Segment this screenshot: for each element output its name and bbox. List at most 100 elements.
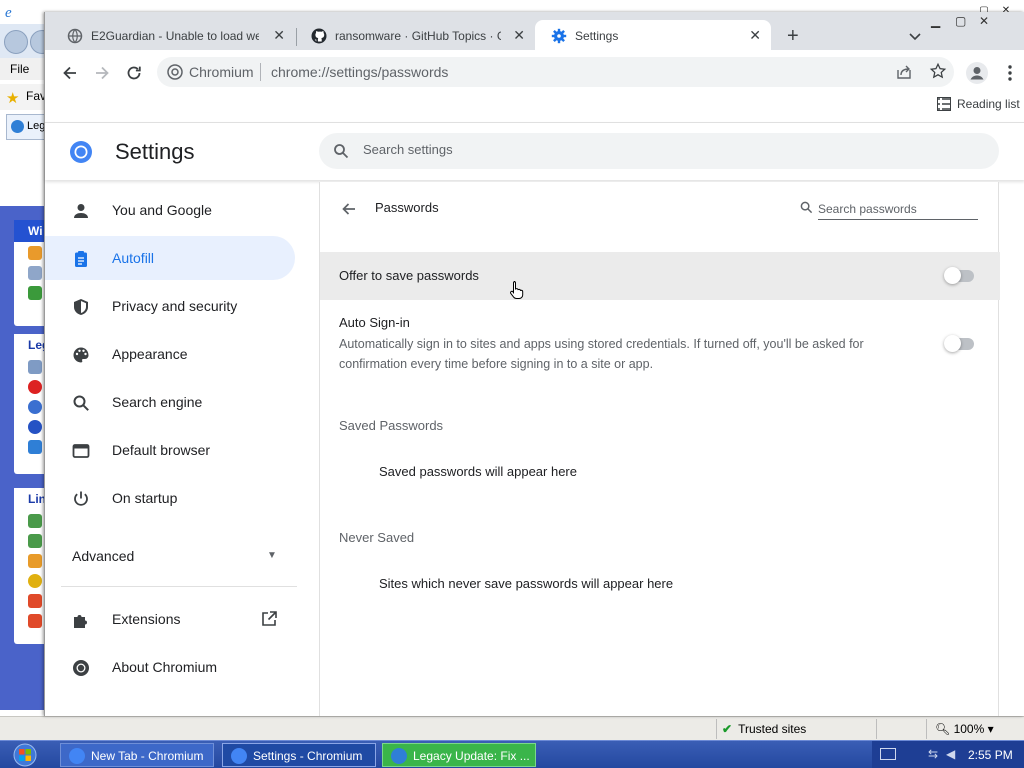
home-icon[interactable] [28,246,42,260]
sidebar-item-autofill[interactable]: Autofill [45,236,295,280]
caret-down-icon[interactable]: ▼ [267,550,277,561]
keyboard-icon[interactable] [880,748,896,760]
maximize-button[interactable]: ▢ [955,14,966,28]
settings-sidebar: You and Google Autofill Privacy and secu… [45,182,313,716]
ie-back-button[interactable] [4,30,28,54]
network-icon[interactable]: ⇆ [928,747,938,761]
new-tab-button[interactable]: + [787,26,799,46]
chromium-window: E2Guardian - Unable to load website ✕ ra… [44,12,1024,716]
sidebar-item-label: On startup [112,490,178,506]
share-icon[interactable] [895,63,913,81]
favorites-star-icon: ★ [6,90,20,107]
sidebar-advanced[interactable]: Advanced [72,548,134,564]
settings-search-input[interactable] [363,142,963,157]
document-icon[interactable] [28,266,42,280]
settings-search[interactable] [319,133,999,169]
globe-icon [67,28,83,44]
tab-strip: E2Guardian - Unable to load website ✕ ra… [45,12,1024,50]
sidebar-item-on-startup[interactable]: On startup [45,476,295,520]
system-tray: ⇆ ◀ 2:55 PM [872,741,1024,768]
password-search[interactable] [800,198,980,220]
palette-icon [73,347,89,363]
ie-panel-heading: Leg [14,334,49,356]
tab-settings[interactable]: Settings ✕ [535,20,771,50]
info-icon[interactable] [28,440,42,454]
sidebar-item-extensions[interactable]: Extensions [45,597,295,641]
close-icon[interactable]: ✕ [749,27,761,44]
sidebar-item-appearance[interactable]: Appearance [45,332,295,376]
ie-menu-file[interactable]: File [0,58,46,80]
tab-github[interactable]: ransomware · GitHub Topics · GitHub ✕ [295,20,535,50]
browser-window-icon [72,444,90,458]
sidebar-item-about[interactable]: About Chromium [45,645,295,689]
close-icon[interactable]: ✕ [273,27,285,44]
globe-icon[interactable] [28,400,42,414]
reading-list-button[interactable]: Reading list [937,97,1020,111]
sidebar-item-you-and-google[interactable]: You and Google [45,188,295,232]
saved-passwords-empty: Saved passwords will appear here [379,464,577,479]
url-text[interactable]: chrome://settings/passwords [271,64,448,80]
ie-favorites-button[interactable]: ★ Fav [0,84,46,110]
back-arrow-icon[interactable] [59,62,81,84]
clock[interactable]: 2:55 PM [968,748,1013,762]
close-icon[interactable]: ✕ [513,27,525,44]
computer-icon[interactable] [28,360,42,374]
users-icon[interactable] [28,534,42,548]
bookmarks-bar: Reading list [45,94,1024,122]
sidebar-item-label: Default browser [112,442,211,458]
offer-to-save-row[interactable]: Offer to save passwords [320,252,1000,300]
offer-to-save-label: Offer to save passwords [339,268,479,283]
svg-text:e: e [5,5,12,19]
task-legacy-update[interactable]: Legacy Update: Fix ... [382,743,536,767]
minimize-button[interactable]: ▁ [931,14,940,28]
auto-signin-description: Automatically sign in to sites and apps … [339,337,864,371]
settings-header: Settings [45,122,1024,180]
task-new-tab-chromium[interactable]: New Tab - Chromium [60,743,214,767]
security-zone-label: Trusted sites [738,722,807,736]
page-title: Settings [115,139,195,164]
windows-start-icon[interactable] [8,743,42,767]
clipboard-icon [75,251,87,267]
shield-icon [74,299,88,315]
tab-e2guardian[interactable]: E2Guardian - Unable to load website ✕ [51,20,295,50]
address-bar[interactable]: Chromium chrome://settings/passwords [157,57,954,87]
sidebar-item-search-engine[interactable]: Search engine [45,380,295,424]
bookmark-star-icon[interactable] [929,62,947,80]
offer-to-save-toggle[interactable] [944,267,978,284]
shield-check-icon[interactable] [28,286,42,300]
auto-signin-toggle[interactable] [944,335,978,352]
forward-arrow-icon[interactable] [91,62,113,84]
chromium-logo-icon [70,141,92,163]
media-icon[interactable] [28,574,42,588]
search-icon [800,201,813,214]
search-icon [73,395,89,411]
help-icon[interactable] [28,420,42,434]
security-zone[interactable]: ✔ Trusted sites [722,722,806,736]
volume-icon[interactable]: ◀ [946,747,955,761]
error-icon[interactable] [28,380,42,394]
kebab-menu-icon[interactable] [1002,62,1018,84]
heart-icon[interactable] [28,614,42,628]
tab-search-chevron-icon[interactable] [907,28,923,44]
reload-icon[interactable] [123,62,145,84]
zoom-control[interactable]: 🔍︎ 100% ▾ [935,722,994,736]
sidebar-item-privacy[interactable]: Privacy and security [45,284,295,328]
users-icon[interactable] [28,514,42,528]
task-settings-chromium[interactable]: Settings - Chromium [222,743,376,767]
close-window-button[interactable]: ✕ [979,14,989,28]
sidebar-item-default-browser[interactable]: Default browser [45,428,295,472]
heart-icon[interactable] [28,594,42,608]
ie-tab[interactable]: Leg [6,114,46,140]
ie-icon [391,748,407,764]
sidebar-item-label: Search engine [112,394,203,410]
password-search-input[interactable] [818,198,978,220]
saved-passwords-heading: Saved Passwords [339,418,444,433]
reading-list-icon [937,97,951,111]
zoom-icon: 🔍︎ [935,722,951,736]
back-arrow-icon[interactable] [340,200,358,218]
tools-icon[interactable] [28,554,42,568]
status-divider [716,719,717,739]
puzzle-piece-icon [74,615,87,628]
profile-avatar-icon[interactable] [966,62,988,84]
ie-panel-1: Wi [14,220,46,326]
